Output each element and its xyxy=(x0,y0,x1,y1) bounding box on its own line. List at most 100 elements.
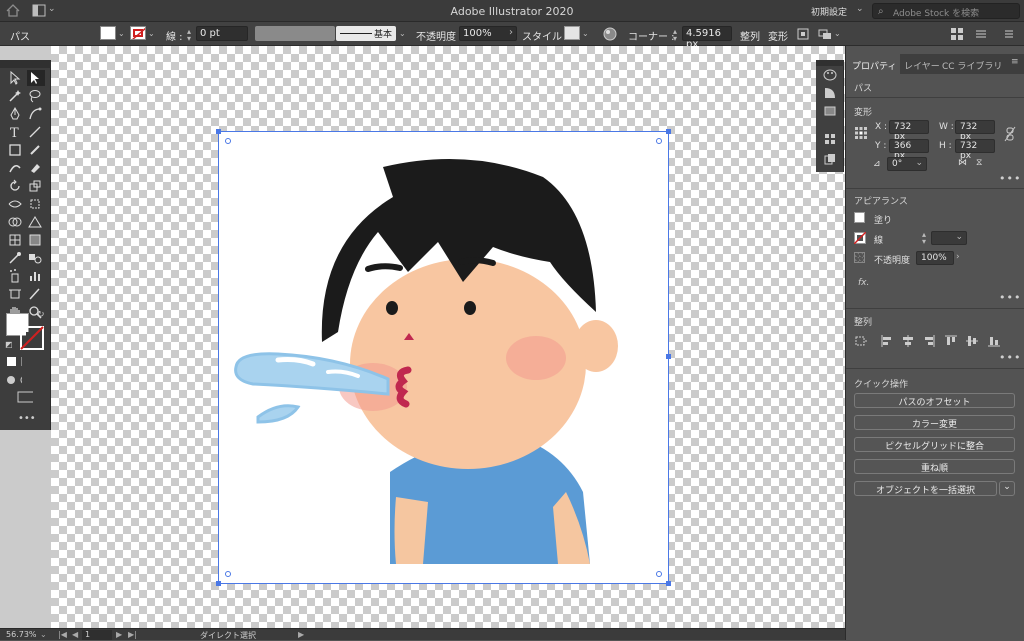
arrange-icon[interactable] xyxy=(818,27,832,41)
y-field[interactable]: 366 px xyxy=(889,139,929,161)
chevron-right-icon[interactable]: › xyxy=(956,252,960,262)
stroke-weight-stepper[interactable]: ▴ ▾ xyxy=(187,28,191,43)
panel-grip[interactable] xyxy=(816,60,844,66)
grid-arrange-icon[interactable] xyxy=(950,27,964,41)
select-same-button[interactable]: オブジェクトを一括選択 xyxy=(854,481,997,496)
swap-fill-stroke-icon[interactable]: ↻ xyxy=(37,310,45,320)
pen-tool-icon[interactable] xyxy=(7,106,25,122)
screen-mode-icon[interactable] xyxy=(17,391,35,403)
artboard-number-field[interactable]: 1 xyxy=(82,630,112,640)
live-corner-widget[interactable] xyxy=(225,571,231,577)
gradient-panel-icon[interactable] xyxy=(823,104,837,118)
free-transform-tool-icon[interactable] xyxy=(27,196,45,212)
status-menu-icon[interactable]: ▶ xyxy=(298,630,304,639)
first-artboard-icon[interactable]: |◀ xyxy=(58,630,67,639)
chevron-down-icon[interactable]: ⌄ xyxy=(582,29,589,38)
blend-tool-icon[interactable] xyxy=(27,250,45,266)
h-field[interactable]: 732 px xyxy=(955,139,995,161)
corner-stepper[interactable]: ▴ ▾ xyxy=(673,28,677,43)
last-artboard-icon[interactable]: ▶| xyxy=(128,630,137,639)
stroke-weight-stepper[interactable]: ▴ ▾ xyxy=(922,231,926,246)
workspace-preset[interactable]: 初期設定 xyxy=(811,5,847,18)
align-to-selection-icon[interactable] xyxy=(854,334,868,348)
opacity-field[interactable]: 100% › xyxy=(459,26,517,41)
transform-button[interactable]: 変形 xyxy=(768,28,788,43)
select-same-dropdown[interactable]: ⌄ xyxy=(999,481,1015,496)
type-tool-icon[interactable]: T xyxy=(7,124,25,141)
shaper-tool-icon[interactable] xyxy=(7,160,25,176)
resize-handle-r[interactable] xyxy=(666,354,671,359)
live-corner-widget[interactable] xyxy=(225,138,231,144)
corner-radius-field[interactable]: 4.5916 px xyxy=(682,26,732,50)
column-graph-tool-icon[interactable] xyxy=(27,268,45,284)
tab-layers[interactable]: レイヤー xyxy=(904,59,940,72)
symbol-sprayer-tool-icon[interactable] xyxy=(7,268,25,284)
perspective-grid-tool-icon[interactable] xyxy=(27,214,45,230)
align-vertical-center-icon[interactable] xyxy=(965,334,979,348)
more-options-icon[interactable]: ••• xyxy=(999,351,1021,364)
recolor-button[interactable]: カラー変更 xyxy=(854,415,1015,430)
fill-swatch[interactable] xyxy=(854,212,865,223)
live-corner-widget[interactable] xyxy=(656,138,662,144)
fill-swatch[interactable] xyxy=(100,26,116,40)
stroke-none-icon[interactable] xyxy=(20,326,44,350)
align-button[interactable]: 整列 xyxy=(740,28,760,43)
stroke-none-icon[interactable] xyxy=(854,232,866,244)
color-palette-icon[interactable] xyxy=(823,68,837,82)
eraser-tool-icon[interactable] xyxy=(27,160,45,176)
tab-cc-libraries[interactable]: CC ライブラリ xyxy=(942,59,1002,72)
flyout-menu-icon[interactable] xyxy=(1002,27,1016,41)
resize-handle-br[interactable] xyxy=(666,581,671,586)
draw-mode-buttons[interactable] xyxy=(6,374,46,386)
default-fill-stroke-icon[interactable]: ◩ xyxy=(5,340,13,349)
variable-width-profile[interactable] xyxy=(255,26,335,41)
chevron-down-icon[interactable]: ⌄ xyxy=(834,29,841,38)
zoom-level[interactable]: 56.73% xyxy=(6,630,37,639)
live-corner-widget[interactable] xyxy=(656,571,662,577)
flip-vertical-icon[interactable]: ⧖ xyxy=(976,158,982,168)
isolate-icon[interactable] xyxy=(796,27,810,41)
shape-builder-tool-icon[interactable] xyxy=(7,214,25,230)
stock-search-input[interactable]: ⌕ Adobe Stock を検索 xyxy=(872,3,1020,19)
document-canvas[interactable] xyxy=(51,46,845,628)
opacity-field[interactable]: 100% xyxy=(916,251,954,265)
magic-wand-tool-icon[interactable] xyxy=(7,88,25,104)
chevron-down-icon[interactable]: ⌄ xyxy=(40,630,47,639)
chevron-down-icon[interactable]: ⌄ xyxy=(148,29,155,38)
resize-handle-tl[interactable] xyxy=(216,129,221,134)
align-bottom-icon[interactable] xyxy=(987,334,1001,348)
tab-properties[interactable]: プロパティ xyxy=(852,59,896,72)
chevron-down-icon[interactable]: ⌄ xyxy=(399,29,406,38)
color-guide-icon[interactable] xyxy=(823,86,837,100)
libraries-icon[interactable] xyxy=(823,152,837,166)
panel-menu-icon[interactable] xyxy=(974,27,988,41)
align-top-icon[interactable] xyxy=(944,334,958,348)
resize-handle-tr[interactable] xyxy=(666,129,671,134)
align-horizontal-center-icon[interactable] xyxy=(901,334,915,348)
chevron-down-icon[interactable]: ⌄ xyxy=(856,4,864,14)
next-artboard-icon[interactable]: ▶ xyxy=(116,630,122,639)
previous-artboard-icon[interactable]: ◀ xyxy=(72,630,78,639)
line-segment-tool-icon[interactable] xyxy=(27,124,45,140)
x-field[interactable]: 732 px xyxy=(889,120,929,142)
constrain-proportions-icon[interactable] xyxy=(1004,126,1016,142)
fill-stroke-widget[interactable]: ↻ ◩ xyxy=(5,310,45,352)
mesh-tool-icon[interactable] xyxy=(7,232,25,248)
graphic-style-swatch[interactable] xyxy=(564,26,580,40)
gradient-tool-icon[interactable] xyxy=(27,232,45,248)
w-field[interactable]: 732 px xyxy=(955,120,995,142)
lasso-tool-icon[interactable] xyxy=(27,88,45,104)
stroke-swatch[interactable] xyxy=(130,26,146,40)
scale-tool-icon[interactable] xyxy=(27,178,45,194)
paintbrush-tool-icon[interactable] xyxy=(27,142,45,158)
selection-tool-icon[interactable] xyxy=(7,70,25,86)
recolor-artwork-icon[interactable] xyxy=(603,27,617,41)
stroke-weight-field[interactable]: 0 pt xyxy=(196,26,248,41)
eyedropper-tool-icon[interactable] xyxy=(7,250,25,266)
fx-icon[interactable]: fx. xyxy=(858,278,869,288)
align-to-pixel-grid-button[interactable]: ピクセルグリッドに整合 xyxy=(854,437,1015,452)
chevron-down-icon[interactable]: ⌄ xyxy=(118,29,125,38)
panel-grip[interactable] xyxy=(0,60,51,68)
more-options-icon[interactable]: ••• xyxy=(999,291,1021,304)
selection-bounding-box[interactable] xyxy=(216,129,671,586)
